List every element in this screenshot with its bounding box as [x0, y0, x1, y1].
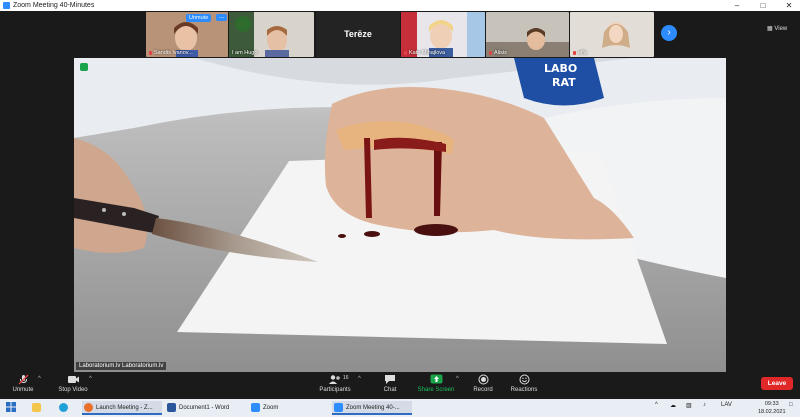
more-options-button[interactable]: ... [216, 14, 228, 21]
windows-taskbar: Launch Meeting - Z... Document1 - Word Z… [0, 399, 800, 417]
taskbar-item-launch-meeting[interactable]: Launch Meeting - Z... [82, 401, 162, 415]
maximize-icon[interactable]: □ [754, 0, 772, 11]
grid-icon: ▦ [767, 26, 773, 32]
network-icon[interactable]: ▧ [686, 402, 692, 409]
shield-icon[interactable] [80, 63, 88, 71]
participants-icon [329, 375, 340, 384]
meeting-toolbar: Unmute ^ Stop Video ^ Participants 16 ^ … [0, 372, 800, 399]
unmute-button[interactable]: Unmute [8, 374, 38, 393]
record-button[interactable]: Record [468, 374, 498, 393]
participant-name: I am Hugo [232, 50, 258, 56]
cloud-icon[interactable]: ☁ [670, 402, 676, 409]
chat-icon [385, 375, 395, 384]
participant-name: Terēze [344, 29, 372, 39]
gallery-strip: Unmute ... Sandis Ivanov... I am Hugo Te… [0, 11, 800, 58]
window-title: Zoom Meeting 40-Minutes [13, 2, 95, 9]
chat-button[interactable]: Chat [375, 374, 405, 393]
edge-browser-icon[interactable] [57, 401, 73, 415]
reactions-button[interactable]: Reactions [508, 374, 540, 393]
participant-tile[interactable]: I am Hugo [229, 12, 314, 57]
video-options-caret[interactable]: ^ [89, 376, 92, 382]
zoom-icon [334, 402, 343, 412]
close-icon[interactable]: ✕ [780, 0, 798, 11]
smiley-icon [519, 374, 529, 385]
audio-options-caret[interactable]: ^ [38, 376, 41, 382]
windows-logo-icon [6, 402, 16, 413]
muted-mic-icon [489, 50, 492, 55]
firefox-icon [84, 402, 93, 412]
windows-start-icon[interactable] [4, 401, 20, 415]
participant-tile[interactable]: Alisis [486, 12, 569, 57]
participants-count: 16 [343, 375, 349, 381]
muted-microphone-icon [18, 374, 28, 385]
participant-name: elfa [573, 50, 587, 56]
zoom-app-icon [3, 2, 10, 9]
video-camera-icon [67, 376, 79, 383]
muted-mic-icon [149, 50, 152, 55]
participants-options-caret[interactable]: ^ [358, 376, 361, 382]
active-speaker-video: LABO RAT Laboratorium.lv Laboratorium.lv [74, 58, 726, 372]
zoom-icon [251, 402, 260, 412]
participant-tile[interactable]: Unmute ... Sandis Ivanov... [146, 12, 228, 57]
record-icon [478, 374, 488, 385]
system-clock[interactable]: 09:33 18.02.2021 [758, 400, 786, 416]
stop-video-button[interactable]: Stop Video [55, 374, 91, 393]
participant-tile[interactable]: elfa [570, 12, 654, 57]
leave-button[interactable]: Leave [761, 377, 793, 390]
unmute-participant-button[interactable]: Unmute [186, 14, 212, 22]
language-indicator[interactable]: LAV [721, 402, 732, 408]
participant-name: Sandis Ivanov... [149, 50, 193, 56]
participant-tile[interactable]: Kate Mihajlova [401, 12, 485, 57]
participant-name: Kate Mihajlova [404, 50, 445, 56]
taskbar-item-word[interactable]: Document1 - Word [165, 401, 245, 415]
notifications-icon[interactable]: □ [789, 402, 793, 408]
minimize-icon[interactable]: – [728, 0, 746, 11]
volume-icon[interactable]: ♪ [703, 402, 706, 408]
svg-text:LABO: LABO [544, 62, 577, 75]
share-screen-button[interactable]: Share Screen [416, 374, 456, 393]
file-explorer-icon[interactable] [30, 401, 46, 415]
system-tray-chevron-icon[interactable]: ^ [655, 402, 658, 408]
svg-text:RAT: RAT [552, 76, 576, 89]
muted-mic-icon [404, 50, 407, 55]
taskbar-item-zoom[interactable]: Zoom [249, 401, 329, 415]
participant-tile[interactable]: Terēze [316, 12, 400, 57]
chevron-right-icon[interactable]: › [661, 25, 677, 41]
speaker-video-frame: LABO RAT [74, 58, 726, 372]
share-options-caret[interactable]: ^ [456, 376, 459, 382]
speaker-name-label: Laboratorium.lv Laboratorium.lv [76, 362, 167, 370]
muted-mic-icon [573, 50, 576, 55]
title-bar: Zoom Meeting 40-Minutes – □ ✕ [0, 0, 800, 11]
participant-name: Alisis [489, 50, 507, 56]
taskbar-item-zoom-meeting[interactable]: Zoom Meeting 40-... [332, 401, 412, 415]
word-icon [167, 402, 176, 412]
view-button[interactable]: ▦ View [767, 25, 787, 32]
share-screen-icon [430, 374, 442, 384]
